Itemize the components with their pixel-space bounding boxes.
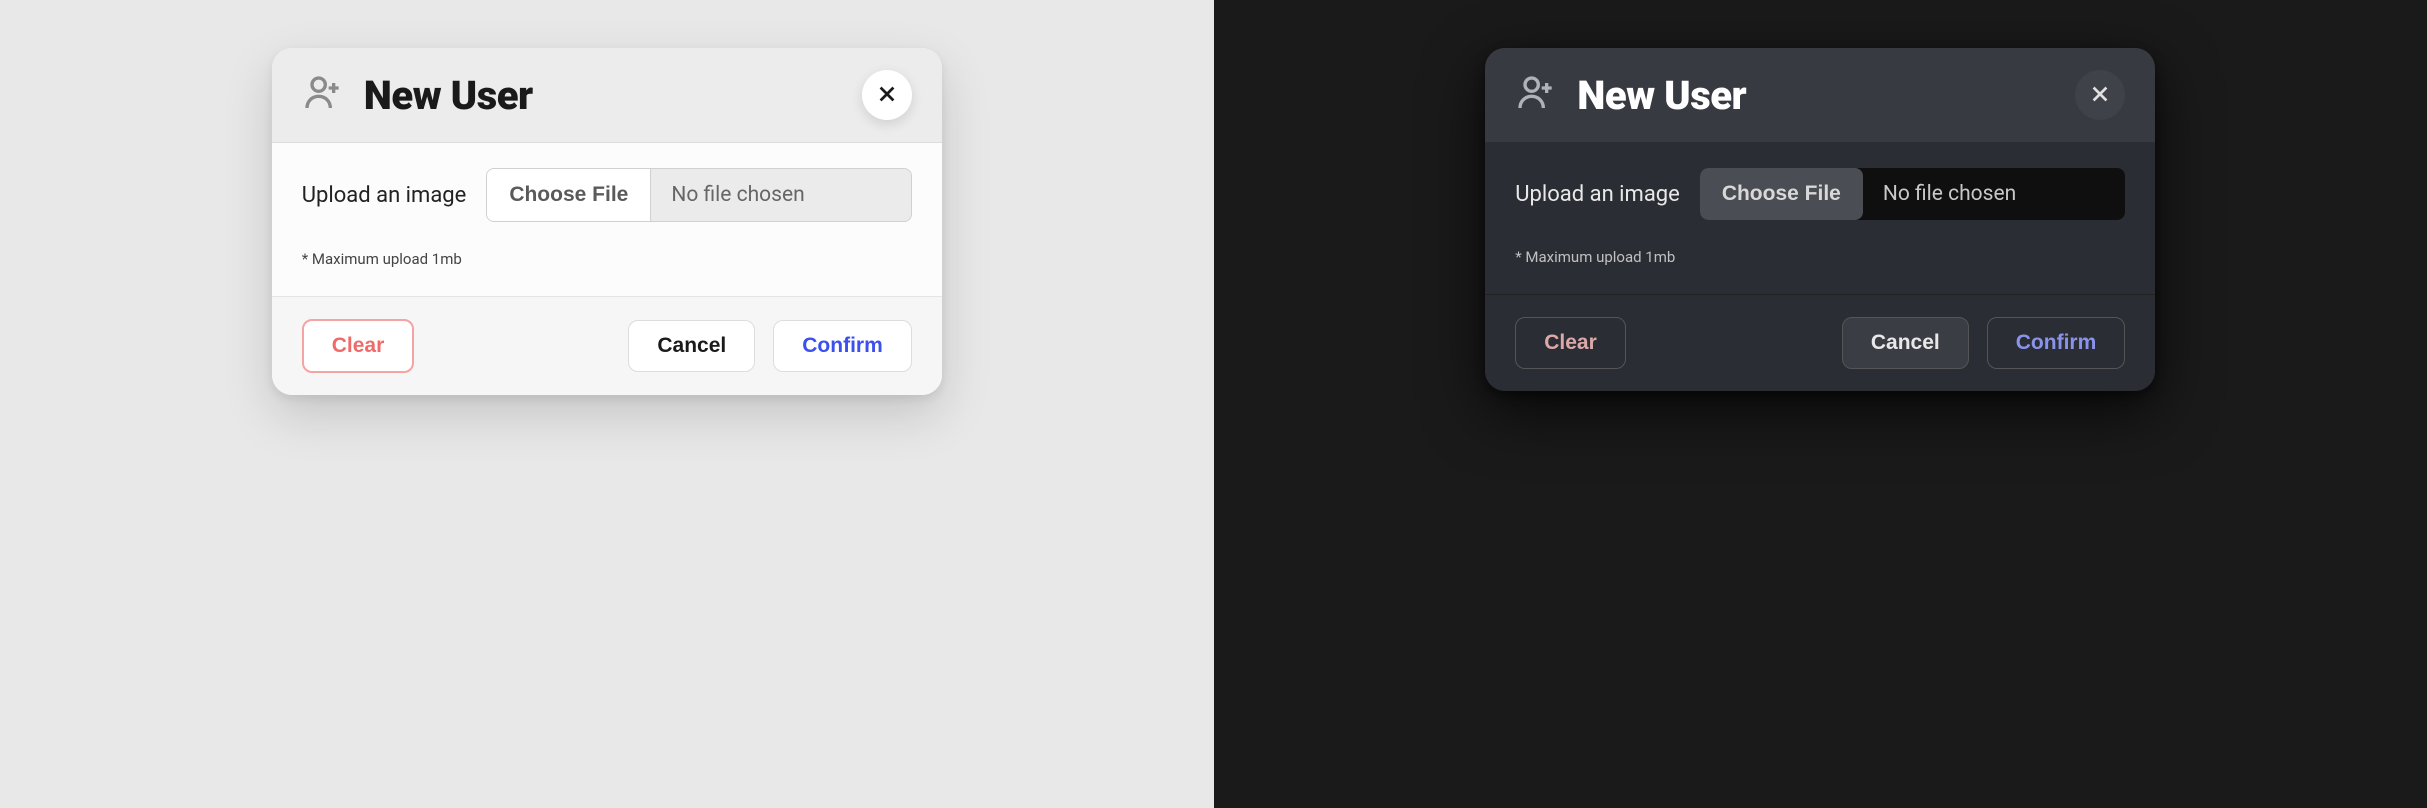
choose-file-button[interactable]: Choose File — [1700, 168, 1863, 220]
modal-header: New User — [272, 48, 942, 143]
modal-footer: Clear Cancel Confirm — [1485, 294, 2155, 391]
upload-row: Upload an image Choose File No file chos… — [302, 168, 912, 222]
upload-label: Upload an image — [302, 183, 467, 208]
new-user-modal: New User Upload an image Choose File No … — [1485, 48, 2155, 391]
close-icon — [876, 83, 898, 108]
file-input-group: Choose File No file chosen — [1700, 168, 2125, 220]
modal-header: New User — [1485, 48, 2155, 143]
header-title-group: New User — [302, 72, 533, 119]
add-user-icon — [302, 73, 342, 117]
add-user-icon — [1515, 73, 1555, 117]
modal-body: Upload an image Choose File No file chos… — [1485, 143, 2155, 294]
modal-footer: Clear Cancel Confirm — [272, 296, 942, 395]
clear-button[interactable]: Clear — [1515, 317, 1626, 369]
close-button[interactable] — [2075, 70, 2125, 120]
choose-file-button[interactable]: Choose File — [487, 169, 651, 221]
footer-actions: Cancel Confirm — [628, 320, 911, 372]
light-theme-panel: New User Upload an image Choose File No … — [0, 0, 1214, 808]
new-user-modal: New User Upload an image Choose File No … — [272, 48, 942, 395]
modal-body: Upload an image Choose File No file chos… — [272, 143, 942, 296]
cancel-button[interactable]: Cancel — [628, 320, 755, 372]
close-icon — [2089, 83, 2111, 108]
confirm-button[interactable]: Confirm — [773, 320, 912, 372]
clear-button[interactable]: Clear — [302, 319, 415, 373]
close-button[interactable] — [862, 70, 912, 120]
dark-theme-panel: New User Upload an image Choose File No … — [1214, 0, 2427, 808]
confirm-button[interactable]: Confirm — [1987, 317, 2126, 369]
upload-note: * Maximum upload 1mb — [302, 250, 912, 268]
file-input-group: Choose File No file chosen — [486, 168, 911, 222]
modal-title: New User — [364, 72, 533, 119]
modal-title: New User — [1577, 72, 1746, 119]
cancel-button[interactable]: Cancel — [1842, 317, 1969, 369]
upload-label: Upload an image — [1515, 182, 1680, 207]
upload-row: Upload an image Choose File No file chos… — [1515, 168, 2125, 220]
file-status-text: No file chosen — [1863, 168, 2125, 220]
file-status-text: No file chosen — [651, 169, 910, 221]
header-title-group: New User — [1515, 72, 1746, 119]
footer-actions: Cancel Confirm — [1842, 317, 2125, 369]
upload-note: * Maximum upload 1mb — [1515, 248, 2125, 266]
